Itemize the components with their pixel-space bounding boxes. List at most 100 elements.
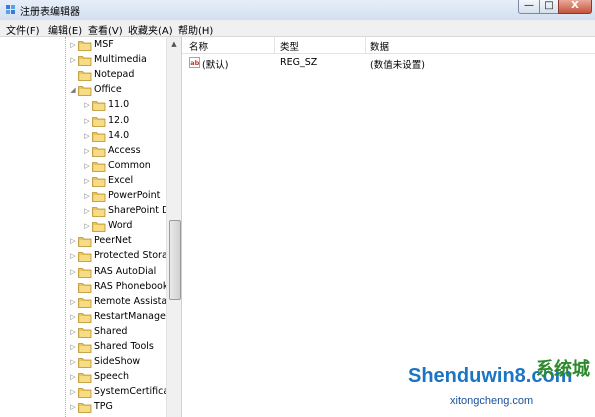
expand-arrow-icon[interactable]: ▷ — [83, 99, 91, 111]
tree-item[interactable]: ▷ Shared Tools — [0, 340, 170, 355]
tree-item[interactable]: Notepad — [0, 68, 170, 83]
scrollbar-thumb[interactable] — [169, 220, 181, 300]
tree-item[interactable]: RAS Phonebook — [0, 280, 170, 295]
tree-item[interactable]: ▷ Remote Assistan — [0, 295, 174, 310]
tree-item[interactable]: ▷ 11.0 — [0, 98, 170, 113]
expand-arrow-icon[interactable]: ▷ — [69, 235, 77, 247]
close-icon: X — [571, 0, 579, 11]
tree-item[interactable]: ▷ Access — [0, 144, 170, 159]
menu-view[interactable]: 查看(V) — [88, 22, 123, 37]
expand-arrow-icon[interactable]: ▷ — [69, 266, 77, 278]
expand-arrow-icon[interactable]: ▷ — [69, 401, 77, 413]
folder-icon — [92, 131, 106, 142]
expand-arrow-icon[interactable]: ▷ — [69, 296, 77, 308]
tree-item-label: SharePoint D — [108, 205, 170, 217]
column-divider[interactable] — [274, 37, 275, 53]
tree-item-label: 11.0 — [108, 99, 130, 111]
tree-item[interactable]: ▷ 14.0 — [0, 129, 170, 144]
collapse-arrow-icon[interactable]: ◢ — [69, 84, 77, 96]
tree-item[interactable]: ▷ TPG — [0, 400, 170, 415]
tree-scrollbar[interactable]: ▲ — [166, 37, 181, 417]
tree-item[interactable]: ▷ RestartManager — [0, 310, 170, 325]
expand-arrow-icon[interactable]: ▷ — [69, 311, 77, 323]
tree-item[interactable]: ▷ SharePoint D — [0, 204, 170, 219]
tree-item-label: MSF — [94, 39, 114, 50]
title-bar: 注册表编辑器 — □ X — [0, 0, 595, 20]
expand-arrow-icon[interactable]: ▷ — [69, 326, 77, 338]
folder-icon — [78, 282, 92, 293]
tree-item[interactable]: ▷ SystemCertificate — [0, 385, 179, 400]
folder-icon — [92, 116, 106, 127]
tree-item-label: Notepad — [94, 69, 135, 81]
value-type: REG_SZ — [280, 57, 318, 68]
folder-icon — [78, 252, 92, 263]
scroll-up-icon[interactable]: ▲ — [168, 38, 180, 51]
tree-item[interactable]: ▷ Protected Storag — [0, 249, 174, 264]
expand-arrow-icon[interactable]: ▷ — [83, 130, 91, 142]
maximize-button[interactable]: □ — [539, 0, 559, 14]
tree-item-label: Remote Assistan — [94, 295, 174, 307]
folder-icon — [92, 207, 106, 217]
expand-arrow-icon[interactable]: ▷ — [83, 145, 91, 157]
folder-icon — [78, 312, 92, 323]
column-divider[interactable] — [365, 37, 366, 53]
expand-arrow-icon[interactable]: ▷ — [83, 160, 91, 172]
expand-arrow-icon[interactable]: ▷ — [69, 341, 77, 353]
menu-edit[interactable]: 编辑(E) — [48, 22, 82, 37]
expand-arrow-icon[interactable]: ▷ — [83, 205, 91, 217]
svg-text:ab: ab — [190, 59, 199, 67]
menu-file[interactable]: 文件(F) — [6, 22, 40, 37]
menu-help[interactable]: 帮助(H) — [178, 22, 213, 37]
open-folder-icon — [78, 86, 92, 97]
registry-tree[interactable]: ▷ MSF ▷ Multimedia Notepad ◢ Office ▷ 11.0 ▷ 12.0 ▷… — [0, 37, 182, 417]
tree-item[interactable]: ▷ SideShow — [0, 355, 170, 370]
close-button[interactable]: X — [558, 0, 592, 14]
expand-arrow-icon[interactable]: ▷ — [69, 250, 77, 262]
tree-item-label: Office — [94, 84, 122, 96]
tree-item[interactable]: ◢ Office — [0, 83, 170, 98]
expand-arrow-icon[interactable]: ▷ — [83, 220, 91, 232]
tree-item[interactable]: ▷ PowerPoint — [0, 189, 170, 204]
minimize-button[interactable]: — — [518, 0, 540, 14]
expand-arrow-icon[interactable]: ▷ — [83, 115, 91, 127]
expand-arrow-icon[interactable]: ▷ — [69, 54, 77, 66]
tree-item-label: Word — [108, 220, 133, 232]
expand-arrow-icon[interactable]: ▷ — [69, 356, 77, 368]
watermark-cn: 系统城 — [536, 359, 590, 380]
column-header-type[interactable]: 类型 — [280, 39, 299, 53]
tree-item[interactable]: ▷ Excel — [0, 174, 170, 189]
tree-item-label: Multimedia — [94, 54, 147, 66]
tree-item[interactable]: ▷ MSF — [0, 38, 170, 53]
expand-arrow-icon[interactable]: ▷ — [69, 371, 77, 383]
expand-arrow-icon[interactable]: ▷ — [83, 190, 91, 202]
tree-item-label: SideShow — [94, 356, 141, 368]
column-header-data[interactable]: 数据 — [370, 39, 389, 53]
tree-item-label: 14.0 — [108, 129, 130, 141]
folder-icon — [78, 237, 92, 248]
expand-arrow-icon[interactable]: ▷ — [69, 386, 77, 398]
tree-item[interactable]: ▷ Word — [0, 219, 170, 234]
folder-icon — [78, 403, 92, 414]
tree-item-label: Speech — [94, 371, 129, 383]
folder-icon — [78, 267, 92, 278]
folder-icon — [78, 327, 92, 338]
column-header-name[interactable]: 名称 — [189, 39, 208, 53]
tree-item[interactable]: ▷ Common — [0, 159, 170, 174]
expand-arrow-icon[interactable]: ▷ — [83, 175, 91, 187]
folder-icon — [92, 161, 106, 172]
tree-item[interactable]: ▷ 12.0 — [0, 114, 170, 129]
expand-arrow-icon[interactable]: ▷ — [69, 39, 77, 51]
tree-item[interactable]: ▷ RAS AutoDial — [0, 265, 170, 280]
tree-item-label: Shared — [94, 325, 128, 337]
tree-item[interactable]: ▷ PeerNet — [0, 234, 170, 249]
folder-icon — [78, 297, 92, 308]
tree-item-label: RestartManager — [94, 310, 170, 322]
tree-item[interactable]: ▷ Shared — [0, 325, 170, 340]
menu-favorites[interactable]: 收藏夹(A) — [128, 22, 173, 37]
list-header: 名称 类型 数据 — [182, 37, 595, 54]
tree-item[interactable]: ▷ Multimedia — [0, 53, 170, 68]
list-row[interactable]: ab (默认) REG_SZ (数值未设置) — [182, 56, 595, 71]
folder-icon — [92, 146, 106, 157]
tree-item[interactable]: ▷ Speech — [0, 370, 170, 385]
registry-editor-icon — [6, 5, 15, 14]
